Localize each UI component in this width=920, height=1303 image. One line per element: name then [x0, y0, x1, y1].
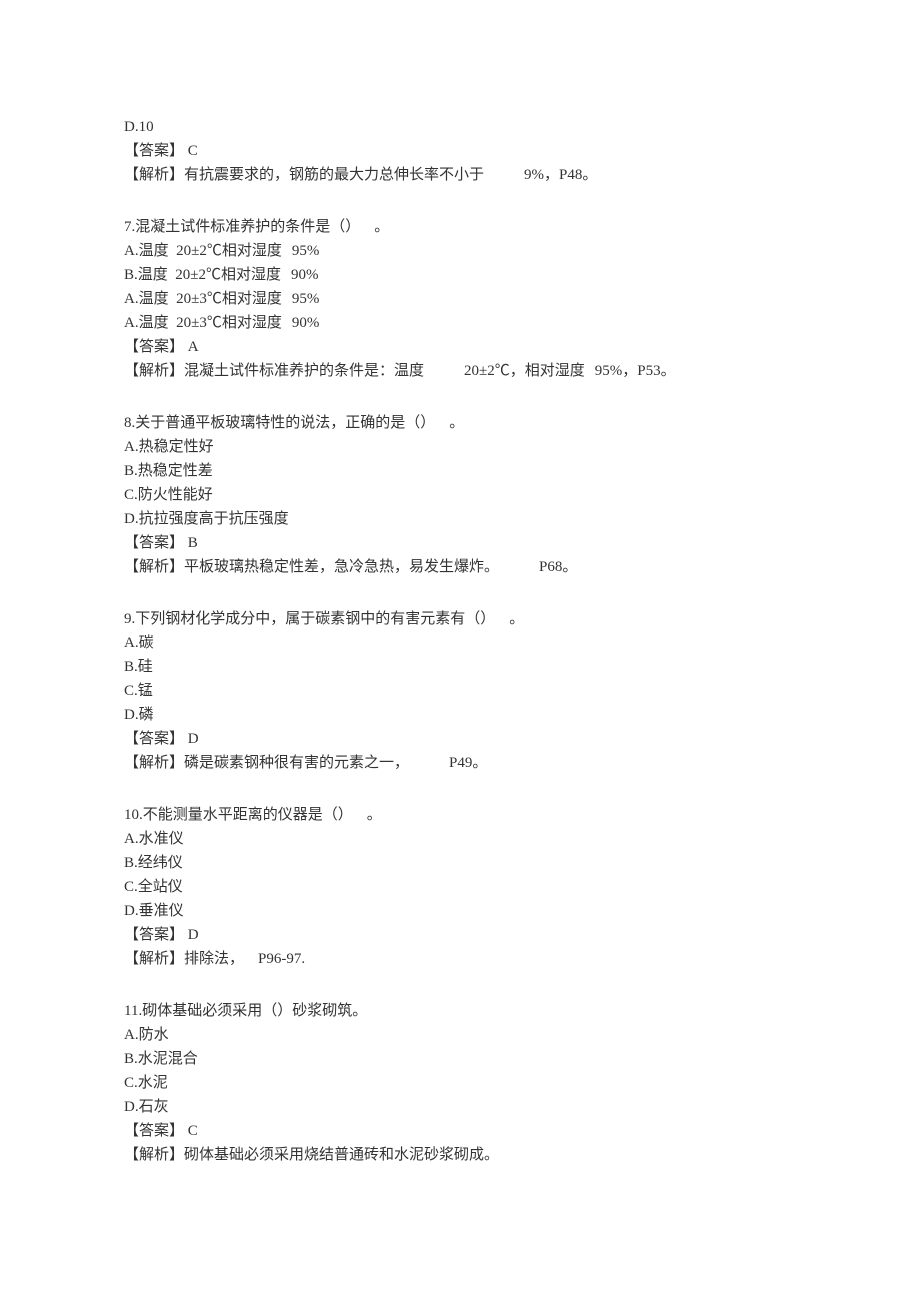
explanation-label: 【解析】	[124, 1147, 184, 1163]
q9-option-c: C.锰	[124, 679, 796, 703]
option-text-b: 95%	[292, 243, 320, 259]
answer-value: D	[184, 731, 199, 747]
q7-option-d: A.温度 20±3℃相对湿度 90%	[124, 311, 796, 335]
q10-option-d: D.垂准仪	[124, 899, 796, 923]
answer-value: C	[184, 1123, 198, 1139]
stem-text: 7.混凝土试件标准养护的条件是（）	[124, 219, 360, 235]
q9-explanation: 【解析】磷是碳素钢种很有害的元素之一， P49。	[124, 751, 796, 775]
answer-label: 【答案】	[124, 731, 184, 747]
stem-punct: 。	[367, 807, 382, 823]
page-content: D.10 【答案】 C 【解析】有抗震要求的，钢筋的最大力总伸长率不小于9%，P…	[0, 0, 920, 1255]
option-text-a: A.温度 20±2℃相对湿度	[124, 243, 282, 259]
q11-answer: 【答案】 C	[124, 1119, 796, 1143]
q10-option-c: C.全站仪	[124, 875, 796, 899]
explanation-text-b: 9%，P48。	[524, 167, 597, 183]
q11-option-d: D.石灰	[124, 1095, 796, 1119]
q6-option-d: D.10	[124, 115, 796, 139]
q7-option-b: B.温度 20±2℃相对湿度 90%	[124, 263, 796, 287]
q10-stem: 10.不能测量水平距离的仪器是（） 。	[124, 803, 796, 827]
question-6-tail: D.10 【答案】 C 【解析】有抗震要求的，钢筋的最大力总伸长率不小于 9%，P…	[124, 115, 796, 187]
explanation-label: 【解析】	[124, 755, 184, 771]
stem-punct: 。	[374, 219, 389, 235]
explanation-text-a: 磷是碳素钢种很有害的元素之一，	[184, 755, 409, 771]
q11-stem: 11.砌体基础必须采用（）砂浆砌筑。	[124, 999, 796, 1023]
q6-answer: 【答案】 C	[124, 139, 796, 163]
stem-text: 8.关于普通平板玻璃特性的说法，正确的是（）	[124, 415, 435, 431]
explanation-text-b: P49。	[449, 755, 487, 771]
q8-option-a: A.热稳定性好	[124, 435, 796, 459]
q11-option-c: C.水泥	[124, 1071, 796, 1095]
explanation-text: 砌体基础必须采用烧结普通砖和水泥砂浆砌成。	[184, 1147, 499, 1163]
q8-option-d: D.抗拉强度高于抗压强度	[124, 507, 796, 531]
q8-stem: 8.关于普通平板玻璃特性的说法，正确的是（） 。	[124, 411, 796, 435]
q7-option-a: A.温度 20±2℃相对湿度 95%	[124, 239, 796, 263]
answer-label: 【答案】	[124, 1123, 184, 1139]
explanation-text-b: P68。	[539, 559, 577, 575]
stem-text: 9.下列钢材化学成分中，属于碳素钢中的有害元素有（）	[124, 611, 495, 627]
q9-answer: 【答案】 D	[124, 727, 796, 751]
q11-option-b: B.水泥混合	[124, 1047, 796, 1071]
q7-answer: 【答案】 A	[124, 335, 796, 359]
answer-label: 【答案】	[124, 143, 184, 159]
stem-punct: 。	[449, 415, 464, 431]
q8-option-b: B.热稳定性差	[124, 459, 796, 483]
question-8: 8.关于普通平板玻璃特性的说法，正确的是（）。 A.热稳定性好 B.热稳定性差 …	[124, 411, 796, 579]
explanation-text-a: 平板玻璃热稳定性差，急冷急热，易发生爆炸。	[184, 559, 499, 575]
answer-value: A	[184, 339, 199, 355]
explanation-label: 【解析】	[124, 951, 184, 967]
answer-value: C	[184, 143, 198, 159]
q8-answer: 【答案】 B	[124, 531, 796, 555]
option-text-b: 90%	[292, 315, 320, 331]
q7-option-c: A.温度 20±3℃相对湿度 95%	[124, 287, 796, 311]
option-text-a: B.温度 20±2℃相对湿度	[124, 267, 281, 283]
explanation-label: 【解析】	[124, 363, 184, 379]
option-text-b: 95%	[292, 291, 320, 307]
q9-option-b: B.硅	[124, 655, 796, 679]
explanation-text-a: 有抗震要求的，钢筋的最大力总伸长率不小于	[184, 167, 484, 183]
q8-option-c: C.防火性能好	[124, 483, 796, 507]
q9-option-a: A.碳	[124, 631, 796, 655]
explanation-text-a: 混凝土试件标准养护的条件是：温度	[184, 363, 424, 379]
question-10: 10.不能测量水平距离的仪器是（） 。 A.水准仪 B.经纬仪 C.全站仪 D.垂…	[124, 803, 796, 971]
question-11: 11.砌体基础必须采用（）砂浆砌筑。 A.防水 B.水泥混合 C.水泥 D.石灰…	[124, 999, 796, 1167]
q6-explanation: 【解析】有抗震要求的，钢筋的最大力总伸长率不小于 9%，P48。	[124, 163, 796, 187]
q10-answer: 【答案】 D	[124, 923, 796, 947]
option-text-a: A.温度 20±3℃相对湿度	[124, 315, 282, 331]
explanation-text-a: 排除法，	[184, 951, 244, 967]
explanation-text-b: 20±2℃，相对湿度	[464, 363, 585, 379]
q10-explanation: 【解析】排除法， P96-97.	[124, 947, 796, 971]
q9-stem: 9.下列钢材化学成分中，属于碳素钢中的有害元素有（） 。	[124, 607, 796, 631]
q7-stem: 7.混凝土试件标准养护的条件是（） 。	[124, 215, 796, 239]
answer-label: 【答案】	[124, 535, 184, 551]
explanation-label: 【解析】	[124, 167, 184, 183]
answer-value: B	[184, 535, 198, 551]
q11-explanation: 【解析】砌体基础必须采用烧结普通砖和水泥砂浆砌成。	[124, 1143, 796, 1167]
option-text-a: A.温度 20±3℃相对湿度	[124, 291, 282, 307]
question-7: 7.混凝土试件标准养护的条件是（） 。 A.温度 20±2℃相对湿度 95% B.温…	[124, 215, 796, 383]
q8-explanation: 【解析】平板玻璃热稳定性差，急冷急热，易发生爆炸。 P68。	[124, 555, 796, 579]
stem-punct: 。	[509, 611, 524, 627]
stem-text: 10.不能测量水平距离的仪器是（）	[124, 807, 353, 823]
explanation-text-b: P96-97.	[258, 951, 305, 967]
answer-label: 【答案】	[124, 339, 184, 355]
answer-value: D	[184, 927, 199, 943]
q7-explanation: 【解析】混凝土试件标准养护的条件是：温度 20±2℃，相对湿度 95%，P53。	[124, 359, 796, 383]
q11-option-a: A.防水	[124, 1023, 796, 1047]
answer-label: 【答案】	[124, 927, 184, 943]
explanation-text-c: 95%，P53。	[595, 363, 676, 379]
q10-option-a: A.水准仪	[124, 827, 796, 851]
q10-option-b: B.经纬仪	[124, 851, 796, 875]
q9-option-d: D.磷	[124, 703, 796, 727]
explanation-label: 【解析】	[124, 559, 184, 575]
option-text-b: 90%	[291, 267, 319, 283]
question-9: 9.下列钢材化学成分中，属于碳素钢中的有害元素有（）。 A.碳 B.硅 C.锰 …	[124, 607, 796, 775]
